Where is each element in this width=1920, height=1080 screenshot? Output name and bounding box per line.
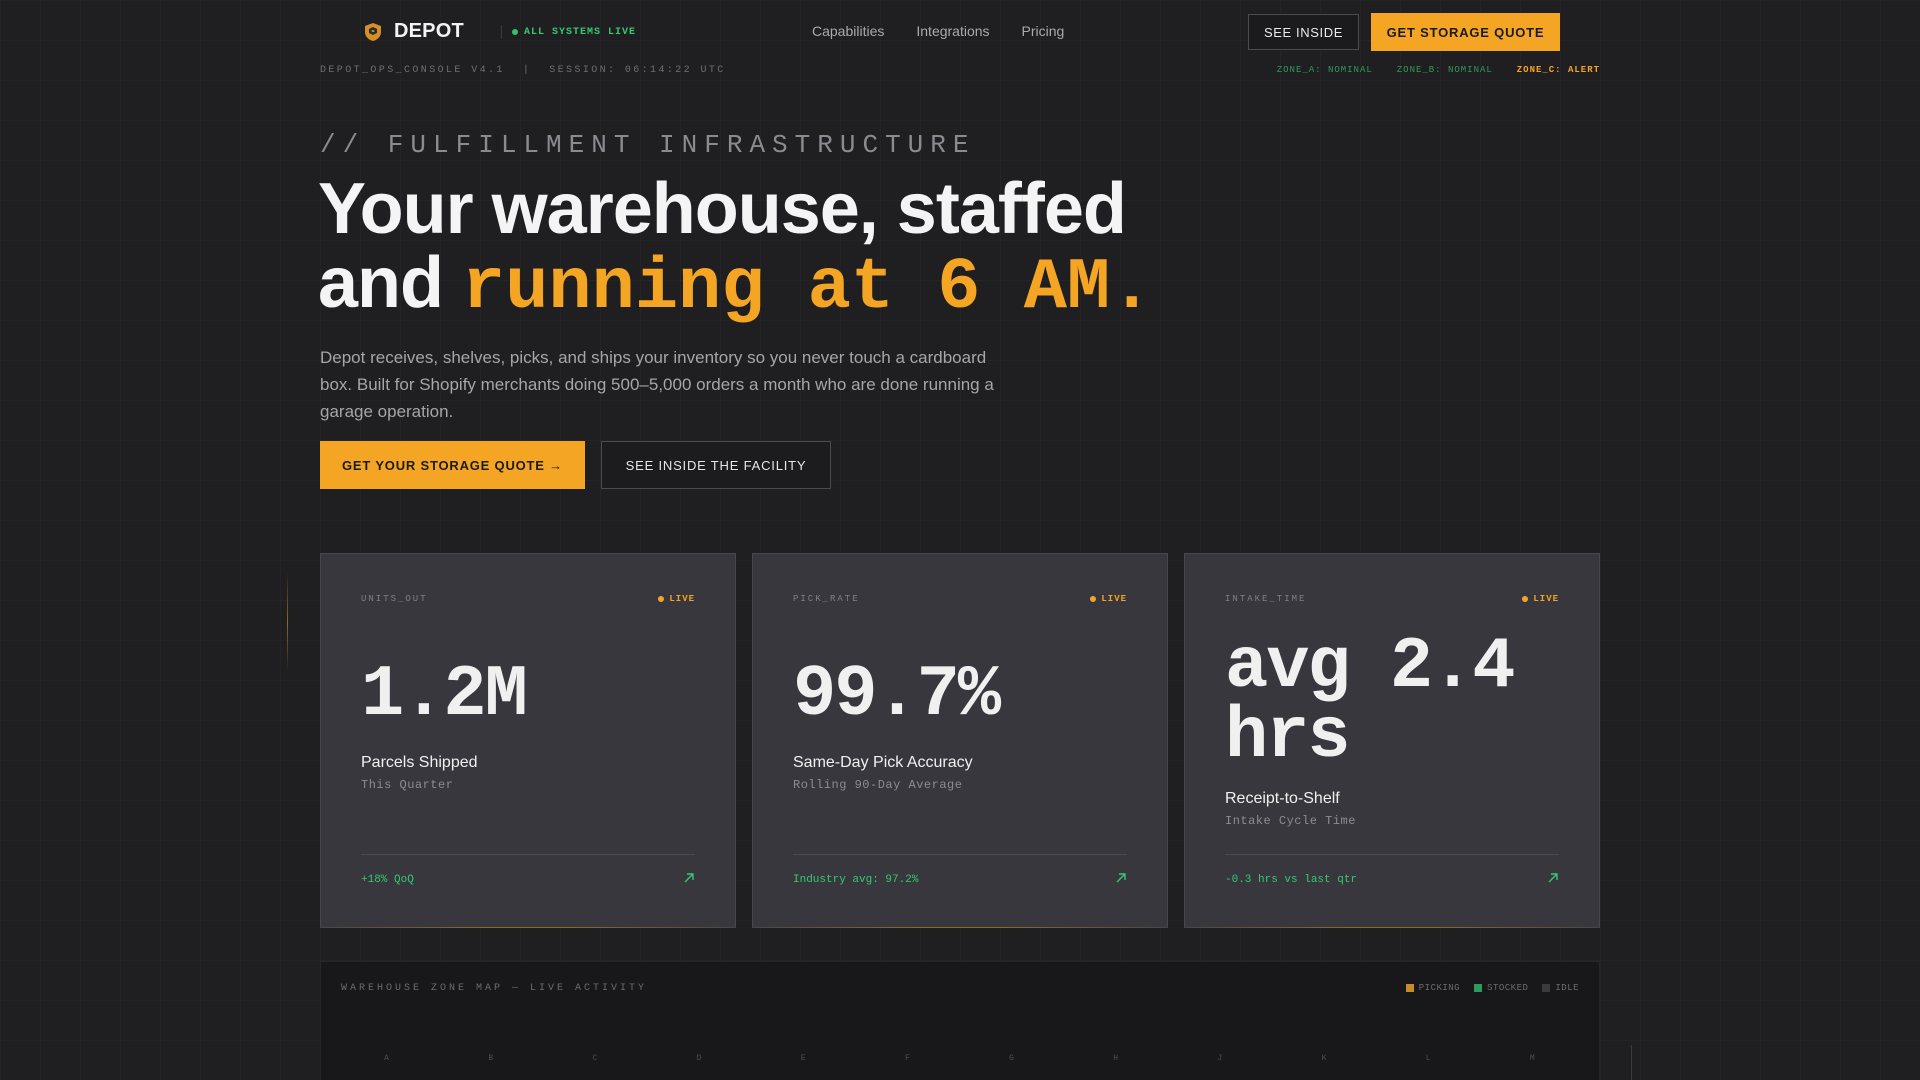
card-key: INTAKE_TIME bbox=[1225, 594, 1307, 604]
zone-column-label: A bbox=[384, 1054, 390, 1063]
get-storage-quote-button[interactable]: GET STORAGE QUOTE bbox=[1371, 13, 1560, 51]
card-subtitle: This Quarter bbox=[361, 778, 454, 792]
legend-label: STOCKED bbox=[1487, 983, 1529, 993]
see-inside-button[interactable]: SEE INSIDE bbox=[1248, 14, 1359, 50]
hero-headline: Your warehouse, staffed and running at 6… bbox=[318, 172, 1153, 325]
card-divider bbox=[361, 854, 695, 855]
arrow-up-right-icon[interactable] bbox=[1547, 872, 1559, 884]
nav-link-capabilities[interactable]: Capabilities bbox=[812, 23, 884, 39]
depot-logo-icon bbox=[365, 22, 381, 41]
system-status: ALL SYSTEMS LIVE bbox=[501, 25, 636, 39]
live-dot-icon bbox=[1090, 596, 1097, 602]
zone-map-title: WAREHOUSE ZONE MAP — LIVE ACTIVITY bbox=[341, 983, 648, 994]
card-divider bbox=[793, 854, 1127, 855]
zone-column-label: H bbox=[1113, 1054, 1120, 1063]
card-accent-line bbox=[1185, 927, 1599, 928]
zone-column-label: B bbox=[488, 1054, 495, 1063]
hero-eyebrow: // FULFILLMENT INFRASTRUCTURE bbox=[320, 130, 976, 160]
legend-label: IDLE bbox=[1555, 983, 1579, 993]
stat-card-units-out: UNITS_OUT LIVE 1.2M Parcels Shipped This… bbox=[320, 553, 736, 928]
headline-accent: running at 6 AM. bbox=[462, 247, 1154, 329]
card-value: 99.7% bbox=[793, 654, 1001, 736]
card-title: Same-Day Pick Accuracy bbox=[793, 754, 973, 771]
zone-column-label: C bbox=[592, 1054, 599, 1063]
top-nav: DEPOT ALL SYSTEMS LIVE Capabilities Inte… bbox=[0, 0, 1920, 64]
warehouse-zone-map: WAREHOUSE ZONE MAP — LIVE ACTIVITY PICKI… bbox=[320, 961, 1600, 1080]
status-text: ALL SYSTEMS LIVE bbox=[524, 26, 637, 38]
arrow-up-right-icon[interactable] bbox=[1115, 872, 1127, 884]
stat-card-intake-time: INTAKE_TIME LIVE avg 2.4 hrs Receipt-to-… bbox=[1184, 553, 1600, 928]
live-dot-icon bbox=[1522, 596, 1529, 602]
live-label: LIVE bbox=[1533, 594, 1559, 604]
zone-a-status: ZONE_A: NOMINAL bbox=[1276, 65, 1373, 75]
zone-c-status: ZONE_C: ALERT bbox=[1516, 65, 1600, 75]
card-value: avg 2.4 hrs bbox=[1225, 631, 1515, 773]
zone-column-label: K bbox=[1321, 1054, 1328, 1063]
zone-column-label: E bbox=[800, 1054, 807, 1063]
nav-link-pricing[interactable]: Pricing bbox=[1022, 23, 1065, 39]
legend-picking: PICKING bbox=[1405, 983, 1461, 993]
zone-column-label: D bbox=[696, 1054, 703, 1063]
card-subtitle: Rolling 90-Day Average bbox=[793, 778, 963, 792]
decorative-line bbox=[287, 572, 288, 672]
headline-and: and bbox=[318, 243, 463, 323]
card-subtitle: Intake Cycle Time bbox=[1225, 814, 1356, 828]
card-key: UNITS_OUT bbox=[361, 594, 428, 604]
zone-column-label: F bbox=[904, 1054, 911, 1063]
brand[interactable]: DEPOT bbox=[362, 20, 464, 43]
legend-label: PICKING bbox=[1418, 983, 1461, 993]
card-footnote: Industry avg: 97.2% bbox=[793, 874, 919, 886]
session-time: SESSION: 06:14:22 UTC bbox=[549, 65, 726, 76]
legend-swatch-picking bbox=[1405, 984, 1414, 992]
card-title: Receipt-to-Shelf bbox=[1225, 790, 1340, 807]
zone-column-label: L bbox=[1425, 1054, 1432, 1063]
live-badge: LIVE bbox=[1090, 594, 1127, 604]
card-value: 1.2M bbox=[361, 654, 528, 736]
console-id: DEPOT_OPS_CONSOLE V4.1 bbox=[320, 65, 505, 76]
live-badge: LIVE bbox=[1522, 594, 1559, 604]
card-divider bbox=[1225, 854, 1559, 855]
card-footnote: +18% QoQ bbox=[361, 874, 414, 886]
zone-column-label: J bbox=[1217, 1054, 1224, 1063]
decorative-line bbox=[1631, 1045, 1632, 1080]
zone-status-list: ZONE_A: NOMINAL ZONE_B: NOMINAL ZONE_C: … bbox=[1277, 65, 1600, 75]
see-inside-facility-button[interactable]: SEE INSIDE THE FACILITY bbox=[601, 441, 831, 489]
get-your-storage-quote-button[interactable]: GET YOUR STORAGE QUOTE → bbox=[320, 441, 585, 489]
nav-link-integrations[interactable]: Integrations bbox=[916, 23, 989, 39]
stat-card-pick-rate: PICK_RATE LIVE 99.7% Same-Day Pick Accur… bbox=[752, 553, 1168, 928]
zone-columns: A B C D E F G H J K L M bbox=[321, 1054, 1599, 1063]
card-title: Parcels Shipped bbox=[361, 754, 478, 771]
card-key: PICK_RATE bbox=[793, 594, 860, 604]
legend-swatch-idle bbox=[1542, 984, 1551, 992]
zone-b-status: ZONE_B: NOMINAL bbox=[1396, 65, 1493, 75]
status-dot-icon bbox=[512, 29, 518, 35]
live-label: LIVE bbox=[1101, 594, 1127, 604]
card-accent-line bbox=[753, 927, 1167, 928]
card-value-line-2: hrs bbox=[1225, 696, 1351, 778]
zone-column-label: M bbox=[1529, 1054, 1536, 1063]
card-accent-line bbox=[321, 927, 735, 928]
legend-stocked: STOCKED bbox=[1474, 983, 1528, 993]
console-info: DEPOT_OPS_CONSOLE V4.1 | SESSION: 06:14:… bbox=[320, 65, 726, 76]
nav-links: Capabilities Integrations Pricing bbox=[812, 23, 1064, 39]
live-dot-icon bbox=[658, 596, 665, 602]
legend-idle: IDLE bbox=[1542, 983, 1579, 993]
live-badge: LIVE bbox=[658, 594, 695, 604]
arrow-up-right-icon[interactable] bbox=[683, 872, 695, 884]
legend-swatch-stocked bbox=[1474, 984, 1483, 992]
hero-subcopy: Depot receives, shelves, picks, and ship… bbox=[320, 348, 994, 421]
zone-map-legend: PICKING STOCKED IDLE bbox=[1405, 983, 1579, 993]
card-footnote: -0.3 hrs vs last qtr bbox=[1225, 874, 1358, 886]
live-label: LIVE bbox=[669, 594, 695, 604]
brand-name: DEPOT bbox=[394, 20, 464, 42]
zone-column-label: G bbox=[1009, 1054, 1015, 1063]
console-separator: | bbox=[522, 65, 532, 76]
headline-line-1: Your warehouse, staffed bbox=[318, 169, 1127, 249]
